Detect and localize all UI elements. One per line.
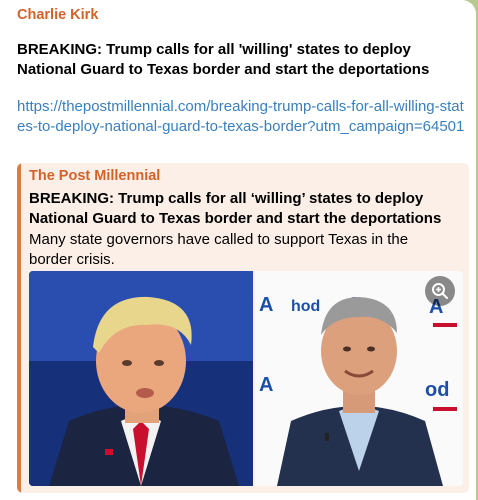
link-preview[interactable]: The Post Millennial BREAKING: Trump call…: [17, 163, 469, 493]
svg-text:od: od: [425, 379, 449, 401]
preview-title: BREAKING: Trump calls for all ‘willing’ …: [29, 190, 442, 227]
zoom-button[interactable]: [425, 276, 455, 306]
zoom-in-icon: [432, 283, 448, 299]
sender-name[interactable]: Charlie Kirk: [17, 7, 98, 23]
preview-accent-bar: [17, 163, 21, 493]
preview-description: Many state governors have called to supp…: [29, 231, 409, 268]
svg-text:hod: hod: [291, 298, 320, 315]
svg-text:A: A: [259, 294, 273, 316]
message-headline: BREAKING: Trump calls for all 'willing' …: [17, 41, 430, 78]
preview-image[interactable]: A hod A A A od: [29, 271, 463, 486]
message-bubble: Charlie Kirk BREAKING: Trump calls for a…: [0, 0, 476, 500]
article-link[interactable]: https://thepostmillennial.com/breaking-t…: [17, 97, 472, 137]
svg-text:A: A: [259, 374, 273, 396]
preview-site-name: The Post Millennial: [29, 168, 161, 184]
